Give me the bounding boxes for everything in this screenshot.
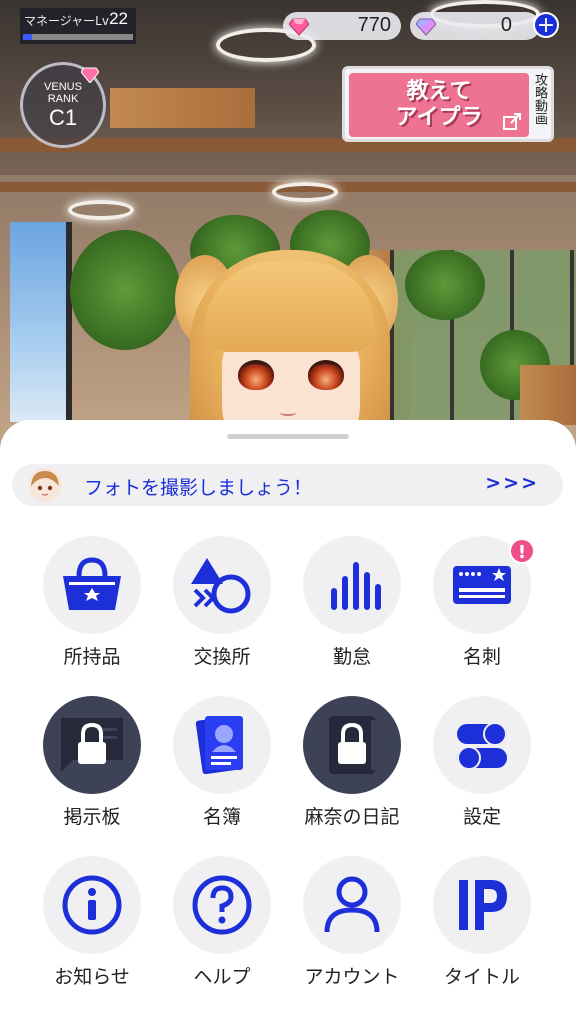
menu-item-account[interactable]: アカウント (292, 856, 412, 989)
sheet-drag-handle[interactable] (227, 434, 349, 439)
menu-item-label: 名簿 (202, 806, 241, 828)
venus-rank-title: VENUS RANK (44, 81, 82, 105)
plant (405, 250, 485, 320)
free-gem-counter[interactable]: 0 (410, 12, 540, 40)
guide-title: 教えて アイプラ (349, 73, 529, 137)
external-link-icon (503, 113, 521, 130)
menu-item-inventory[interactable]: 所持品 (32, 536, 152, 669)
menu-item-bulletin-board[interactable]: 掲示板 (32, 696, 152, 829)
menu-item-title[interactable]: タイトル (422, 856, 542, 989)
menu-item-label: ヘルプ (193, 966, 251, 988)
photo-mission-banner[interactable]: フォトを撮影しましょう！ >>> (12, 464, 563, 506)
plant (70, 230, 180, 350)
banner-arrow-icon: >>> (485, 472, 539, 494)
manager-level-progress-fill (23, 34, 32, 40)
venus-rank-value: C1 (48, 105, 78, 130)
roster-icon (195, 715, 243, 775)
menu-item-attendance[interactable]: 勤怠 (292, 536, 412, 669)
menu-item-roster[interactable]: 名簿 (162, 696, 282, 829)
strategy-video-banner[interactable]: 教えて アイプラ 攻略動画 (342, 66, 554, 142)
ceiling-light (68, 200, 134, 220)
menu-item-label: タイトル (443, 966, 520, 988)
menu-item-label: お知らせ (54, 966, 130, 988)
character-bangs (205, 262, 375, 352)
character-mouth (280, 410, 296, 416)
menu-item-label: 掲示板 (63, 806, 121, 828)
menu-item-settings[interactable]: 設定 (422, 696, 542, 829)
notification-badge: ! (509, 538, 535, 564)
ceiling-light (272, 182, 338, 202)
ceiling-vent (110, 88, 255, 128)
menu-item-exchange[interactable]: 交換所 (162, 536, 282, 669)
lock-icon (338, 722, 366, 764)
free-gem-value: 0 (500, 14, 512, 36)
guide-side-text: 攻略動画 (532, 73, 547, 125)
account-icon (324, 876, 380, 933)
menu-item-business-card[interactable]: ! 名刺 (422, 536, 542, 669)
venus-rank-badge[interactable]: VENUS RANK C1 (20, 62, 106, 148)
rainbow-gem-icon (416, 18, 436, 36)
exchange-icon (191, 558, 251, 614)
menu-item-label: 所持品 (63, 646, 121, 668)
bag-icon (63, 557, 121, 610)
menu-sheet: フォトを撮影しましょう！ >>> 所持品 交換所 勤怠 ! 名刺 掲示板 名簿 … (0, 420, 576, 1024)
menu-item-label: 麻奈の日記 (304, 806, 400, 828)
window (10, 222, 72, 422)
photo-mission-text: フォトを撮影しましょう！ (84, 477, 313, 499)
info-icon (62, 875, 122, 935)
settings-toggle-icon (457, 722, 507, 770)
lock-icon (78, 722, 106, 764)
menu-item-label: 勤怠 (332, 646, 371, 668)
bench (520, 365, 576, 425)
paid-gem-counter[interactable]: 770 (283, 12, 401, 40)
manager-level-label: マネージャーLv (24, 14, 109, 28)
menu-item-help[interactable]: ヘルプ (162, 856, 282, 989)
manager-level-box[interactable]: マネージャーLv 22 (20, 8, 136, 44)
help-icon (192, 875, 252, 935)
character-avatar (28, 468, 62, 502)
menu-item-label: 名刺 (462, 646, 501, 668)
bar-chart-icon (331, 562, 381, 610)
character-eye (308, 360, 344, 390)
character-eye (238, 360, 274, 390)
add-gems-button[interactable]: + (533, 12, 559, 38)
pink-gem-icon (289, 18, 309, 36)
menu-item-notices[interactable]: お知らせ (32, 856, 152, 989)
title-logo-icon (459, 880, 507, 930)
menu-item-label: 設定 (462, 806, 501, 828)
menu-item-label: 交換所 (193, 646, 251, 668)
manager-level-progress (23, 34, 133, 40)
paid-gem-value: 770 (357, 14, 391, 36)
manager-level-value: 22 (109, 9, 128, 28)
menu-item-label: アカウント (304, 966, 400, 988)
menu-item-mana-diary[interactable]: 麻奈の日記 (292, 696, 412, 829)
